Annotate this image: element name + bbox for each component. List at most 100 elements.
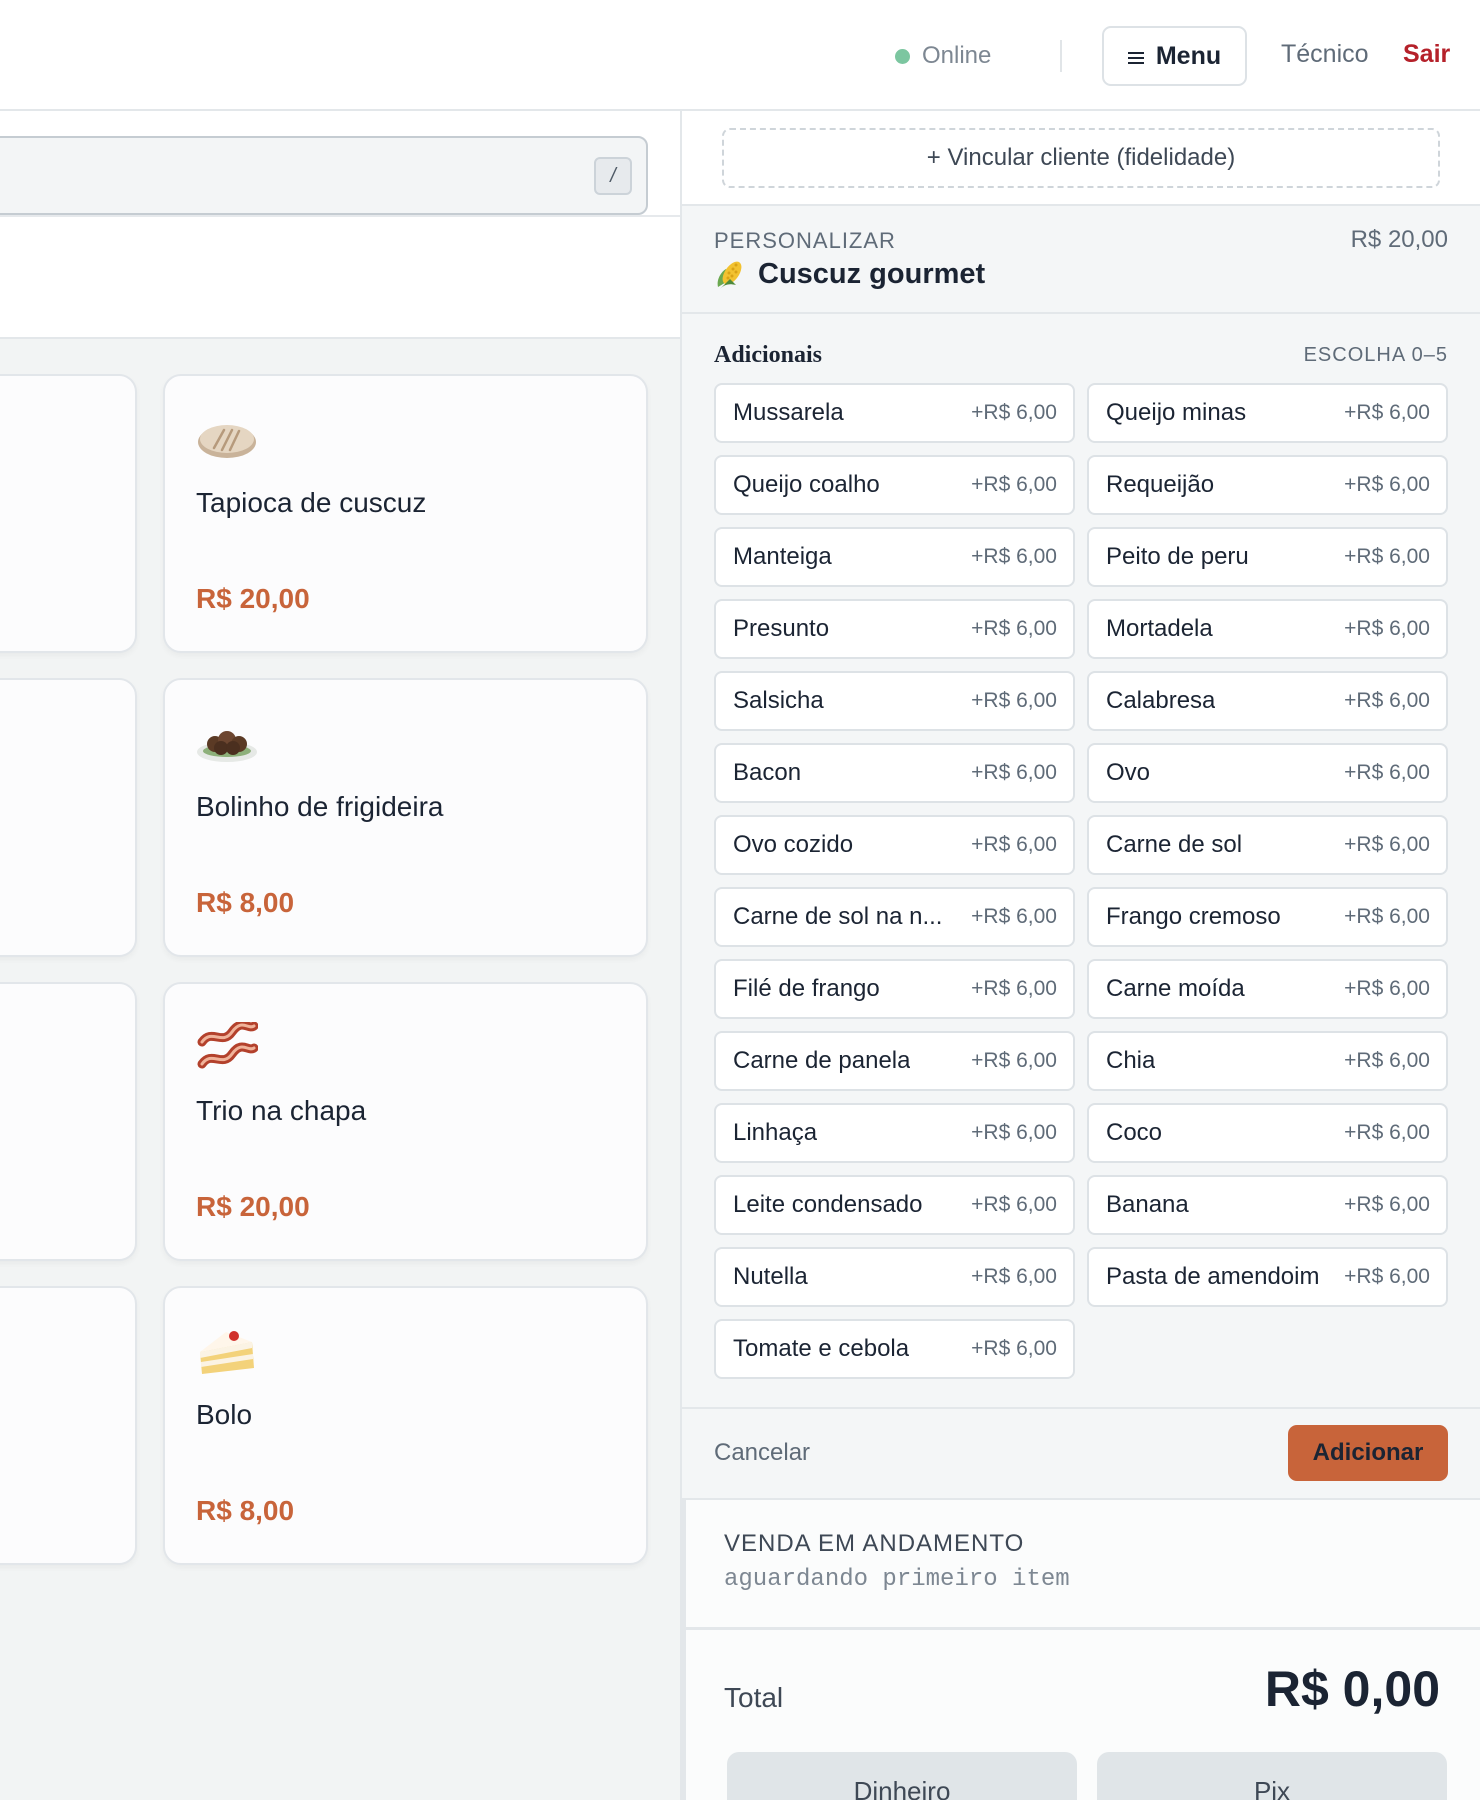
addon-price: +R$ 6,00 [971,833,1057,856]
addons-grid: Mussarela +R$ 6,00 Queijo minas +R$ 6,00 Que… [714,383,1448,1379]
addon-option[interactable]: Salsicha +R$ 6,00 [714,671,1075,731]
order-panel: + Vincular cliente (fidelidade) PERSONAL… [682,111,1480,1800]
divider [1060,40,1062,72]
addon-name: Carne de panela [733,1047,911,1074]
addon-price: +R$ 6,00 [971,689,1057,712]
addon-name: Requeijão [1106,471,1215,498]
customize-header: PERSONALIZAR R$ 20,00 Cuscuz gourmet [682,206,1480,314]
catalog-area: / Tapioca de cuscuz R$ 20,00 Bolinho de … [0,111,682,1800]
addon-option[interactable]: Bacon +R$ 6,00 [714,743,1075,803]
product-card[interactable] [0,678,137,957]
addon-name: Carne de sol [1106,831,1243,858]
addon-name: Peito de peru [1106,543,1249,570]
addon-option[interactable]: Presunto +R$ 6,00 [714,599,1075,659]
pay-pix-button[interactable]: Pix [1097,1752,1447,1800]
product-name: Bolinho de frigideira [196,791,444,822]
link-customer-button[interactable]: + Vincular cliente (fidelidade) [722,128,1440,188]
addon-price: +R$ 6,00 [971,1121,1057,1144]
customize-actions: Cancelar Adicionar [682,1407,1480,1500]
addon-price: +R$ 6,00 [1344,833,1430,856]
total-section: Total R$ 0,00 Dinheiro Pix [682,1630,1480,1800]
addon-option[interactable]: Calabresa +R$ 6,00 [1087,671,1448,731]
connection-status: Online [895,40,991,72]
addon-option[interactable]: Nutella +R$ 6,00 [714,1247,1075,1307]
addon-option[interactable]: Mortadela +R$ 6,00 [1087,599,1448,659]
cake-slice-icon [200,1331,254,1374]
addon-option[interactable]: Linhaça +R$ 6,00 [714,1103,1075,1163]
category-strip [0,217,680,339]
addon-price: +R$ 6,00 [971,617,1057,640]
addon-name: Chia [1106,1047,1156,1074]
product-price: R$ 20,00 [196,1191,310,1222]
addon-option[interactable]: Carne moída +R$ 6,00 [1087,959,1448,1019]
corn-icon [717,261,742,289]
addon-option[interactable]: Tomate e cebola +R$ 6,00 [714,1319,1075,1379]
product-price: R$ 20,00 [196,583,310,614]
product-card-bolinho[interactable]: Bolinho de frigideira R$ 8,00 [163,678,648,957]
addon-name: Coco [1106,1119,1163,1146]
addon-price: +R$ 6,00 [971,545,1057,568]
addon-price: +R$ 6,00 [1344,401,1430,424]
addon-option[interactable]: Leite condensado +R$ 6,00 [714,1175,1075,1235]
addon-price: +R$ 6,00 [1344,1049,1430,1072]
product-card[interactable] [0,982,137,1261]
customize-kicker: PERSONALIZAR [714,228,896,253]
addon-price: +R$ 6,00 [971,1049,1057,1072]
addon-option[interactable]: Ovo cozido +R$ 6,00 [714,815,1075,875]
user-role-link[interactable]: Técnico [1281,40,1369,69]
total-label: Total [724,1682,784,1713]
product-price: R$ 8,00 [196,1495,295,1526]
status-label: Online [922,42,992,69]
addon-price: +R$ 6,00 [971,401,1057,424]
addon-option[interactable]: Filé de frango +R$ 6,00 [714,959,1075,1019]
logout-link[interactable]: Sair [1403,40,1450,69]
fritters-plate-icon [197,731,257,762]
addon-option[interactable]: Ovo +R$ 6,00 [1087,743,1448,803]
total-value: R$ 0,00 [1264,1661,1440,1717]
product-card-bolo[interactable]: Bolo R$ 8,00 [163,1286,648,1565]
addon-option[interactable]: Requeijão +R$ 6,00 [1087,455,1448,515]
addon-name: Linhaça [733,1119,818,1146]
addon-price: +R$ 6,00 [971,1337,1057,1360]
product-card-trio[interactable]: Trio na chapa R$ 20,00 [163,982,648,1261]
addon-name: Nutella [733,1263,808,1290]
cancel-button[interactable]: Cancelar [714,1439,810,1467]
addon-name: Banana [1106,1191,1189,1218]
addons-rule: ESCOLHA 0–5 [1303,344,1448,366]
add-button[interactable]: Adicionar [1288,1425,1448,1481]
search-input[interactable]: / [0,136,648,215]
addon-option[interactable]: Carne de sol +R$ 6,00 [1087,815,1448,875]
addon-option[interactable]: Carne de sol na n... +R$ 6,00 [714,887,1075,947]
addon-option[interactable]: Queijo coalho +R$ 6,00 [714,455,1075,515]
addon-option[interactable]: Manteiga +R$ 6,00 [714,527,1075,587]
shortcut-key-badge: / [594,157,632,195]
addon-option[interactable]: Peito de peru +R$ 6,00 [1087,527,1448,587]
addon-option[interactable]: Queijo minas +R$ 6,00 [1087,383,1448,443]
addon-name: Tomate e cebola [733,1335,910,1362]
status-dot-icon [895,48,910,64]
addon-option[interactable]: Mussarela +R$ 6,00 [714,383,1075,443]
product-card[interactable] [0,374,137,653]
product-card[interactable] [0,1286,137,1565]
addon-price: +R$ 6,00 [1344,977,1430,1000]
flatbread-icon [198,425,256,458]
addon-option[interactable]: Coco +R$ 6,00 [1087,1103,1448,1163]
sale-status-text: aguardando primeiro item [724,1566,1070,1593]
addon-option[interactable]: Carne de panela +R$ 6,00 [714,1031,1075,1091]
pay-cash-button[interactable]: Dinheiro [727,1752,1077,1800]
menu-button[interactable]: Menu [1102,26,1247,86]
addon-option[interactable]: Pasta de amendoim +R$ 6,00 [1087,1247,1448,1307]
addon-option[interactable]: Frango cremoso +R$ 6,00 [1087,887,1448,947]
addon-price: +R$ 6,00 [971,1265,1057,1288]
product-card-tapioca[interactable]: Tapioca de cuscuz R$ 20,00 [163,374,648,653]
top-bar: Online Menu Técnico Sair [0,0,1480,111]
addon-price: +R$ 6,00 [1344,689,1430,712]
customize-item: Cuscuz gourmet [714,258,985,291]
addon-option[interactable]: Chia +R$ 6,00 [1087,1031,1448,1091]
addon-name: Pasta de amendoim [1106,1263,1320,1290]
addon-name: Mortadela [1106,615,1213,642]
bacon-icon [197,1022,258,1069]
product-name: Bolo [196,1399,253,1430]
addon-option[interactable]: Banana +R$ 6,00 [1087,1175,1448,1235]
addon-name: Frango cremoso [1106,903,1281,930]
